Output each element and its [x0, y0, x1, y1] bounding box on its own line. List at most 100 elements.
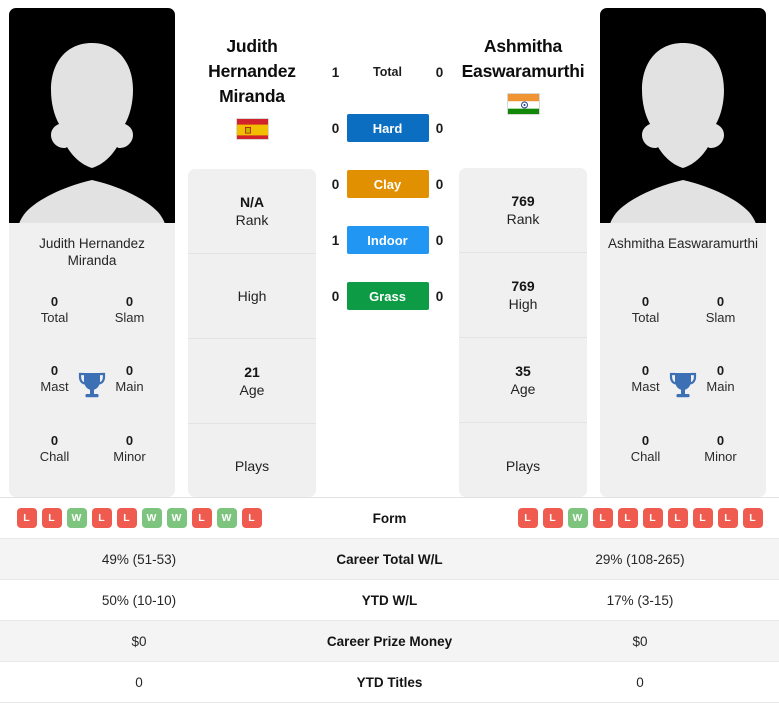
- title-stat-value: 0: [716, 294, 725, 310]
- stat-label: High: [508, 296, 538, 313]
- title-stat-label: Chall: [630, 448, 661, 464]
- title-stat-minor: 0 Minor: [92, 414, 167, 483]
- player-info-right: Ashmitha Easwaramurthi 769 Rank 769 High…: [459, 8, 587, 497]
- row-label: Career Total W/L: [336, 551, 443, 567]
- h2h-left-count: 0: [331, 176, 340, 192]
- stat-label: Rank: [235, 211, 269, 228]
- title-stat-label: Mast: [631, 379, 660, 395]
- title-stat-label: Minor: [113, 448, 146, 464]
- form-badge-l: L: [91, 508, 112, 528]
- form-badge-l: L: [717, 508, 738, 528]
- h2h-surface-label[interactable]: Hard: [346, 114, 429, 142]
- h2h-surface-label[interactable]: Clay: [346, 170, 429, 198]
- title-stat-value: 0: [125, 363, 134, 379]
- player-name-line: Ashmitha: [483, 36, 563, 56]
- stat-row-high: High: [188, 254, 316, 339]
- table-row-ytd-wl: 50% (10-10) YTD W/L 17% (3-15): [0, 580, 779, 621]
- table-row-ytd-titles: 0 YTD Titles 0: [0, 662, 779, 703]
- h2h-surface-label[interactable]: Grass: [346, 282, 429, 310]
- form-badge-l: L: [116, 508, 137, 528]
- title-stat-label: Chall: [39, 448, 70, 464]
- stat-card-left: N/A Rank High 21 Age Plays: [188, 168, 316, 497]
- stat-row-plays: Plays: [459, 423, 587, 497]
- stat-value: 769: [511, 193, 535, 210]
- title-stat-value: 0: [125, 432, 134, 448]
- stat-card-right: 769 Rank 769 High 35 Age Plays: [459, 168, 587, 497]
- form-badge-l: L: [592, 508, 613, 528]
- title-stat-chall: 0 Chall: [17, 414, 92, 483]
- stat-row-rank: N/A Rank: [188, 169, 316, 254]
- h2h-left-count: 0: [331, 120, 340, 136]
- h2h-left-count: 1: [331, 232, 340, 248]
- h2h-right-count: 0: [435, 232, 444, 248]
- form-badge-l: L: [692, 508, 713, 528]
- title-stat-slam: 0 Slam: [92, 275, 167, 344]
- row-value-right: $0: [632, 633, 648, 649]
- row-value-left: 0: [135, 674, 143, 690]
- avatar-silhouette-icon: [19, 43, 165, 223]
- stat-label: Plays: [505, 457, 541, 474]
- form-badge-l: L: [241, 508, 262, 528]
- row-label: Form: [372, 510, 407, 526]
- row-value-right: 17% (3-15): [606, 592, 674, 608]
- player-name-line: Judith: [226, 36, 278, 56]
- stat-row-rank: 769 Rank: [459, 168, 587, 254]
- title-stat-total: 0 Total: [608, 275, 683, 344]
- stat-value: 35: [515, 363, 531, 380]
- row-value-right: 29% (108-265): [595, 551, 685, 567]
- title-stat-value: 0: [641, 363, 650, 379]
- player-panel-left: Judith Hernandez Miranda 0 Total 0 Slam …: [9, 8, 175, 497]
- title-stat-label: Total: [631, 310, 660, 326]
- title-stat-label: Main: [115, 379, 144, 395]
- avatar-silhouette-icon: [610, 43, 756, 223]
- player-name-left: Judith Hernandez Miranda: [208, 34, 296, 109]
- in-flag-icon: [506, 93, 540, 115]
- title-stat-label: Main: [706, 379, 735, 395]
- table-row-prize-money: $0 Career Prize Money $0: [0, 621, 779, 662]
- stat-label: Rank: [506, 211, 540, 228]
- form-badge-l: L: [517, 508, 538, 528]
- player-caption-right: Ashmitha Easwaramurthi: [607, 236, 759, 251]
- stat-label: High: [237, 287, 267, 304]
- title-stat-value: 0: [50, 294, 59, 310]
- trophy-icon: [78, 372, 106, 398]
- row-label: Career Prize Money: [326, 633, 453, 649]
- title-stat-value: 0: [50, 363, 59, 379]
- h2h-row-indoor: 1 Indoor 0: [320, 226, 455, 254]
- title-stat-value: 0: [125, 294, 134, 310]
- table-row-form: LLWLLWWLWL Form LLWLLLLLLL: [0, 498, 779, 539]
- h2h-surface-label[interactable]: Indoor: [346, 226, 429, 254]
- h2h-row-grass: 0 Grass 0: [320, 282, 455, 310]
- stat-label: Age: [239, 381, 265, 398]
- h2h-right-count: 0: [435, 120, 444, 136]
- player-photo-left: [9, 8, 175, 223]
- h2h-right-count: 0: [435, 64, 444, 80]
- comparison-table: LLWLLWWLWL Form LLWLLLLLLL 49% (51-53) C…: [0, 497, 779, 703]
- player-panel-right: Ashmitha Easwaramurthi 0 Total 0 Slam 0 …: [600, 8, 766, 497]
- trophy-icon: [669, 372, 697, 398]
- form-badge-l: L: [41, 508, 62, 528]
- title-stat-minor: 0 Minor: [683, 414, 758, 483]
- player-name-line: Hernandez: [208, 61, 296, 81]
- titles-grid-left: 0 Total 0 Slam 0 Mast 0 Main 0 Chall 0 M…: [9, 275, 175, 497]
- form-badge-l: L: [191, 508, 212, 528]
- h2h-right-count: 0: [435, 176, 444, 192]
- form-badge-w: W: [567, 508, 588, 528]
- stat-label: Plays: [234, 458, 270, 475]
- form-badge-w: W: [166, 508, 187, 528]
- title-stat-value: 0: [716, 363, 725, 379]
- stat-label: Age: [510, 381, 536, 398]
- form-badge-l: L: [16, 508, 37, 528]
- title-stat-label: Mast: [40, 379, 69, 395]
- h2h-row-hard: 0 Hard 0: [320, 114, 455, 142]
- form-badges-right: LLWLLLLLLL: [501, 508, 779, 528]
- form-badge-l: L: [742, 508, 763, 528]
- title-stat-value: 0: [641, 432, 650, 448]
- title-stat-value: 0: [641, 294, 650, 310]
- es-flag-icon: [235, 118, 269, 140]
- form-badge-l: L: [617, 508, 638, 528]
- h2h-surface-label: Total: [373, 65, 402, 79]
- table-row-career-wl: 49% (51-53) Career Total W/L 29% (108-26…: [0, 539, 779, 580]
- player-name-right: Ashmitha Easwaramurthi: [462, 34, 585, 84]
- title-stat-label: Total: [40, 310, 69, 326]
